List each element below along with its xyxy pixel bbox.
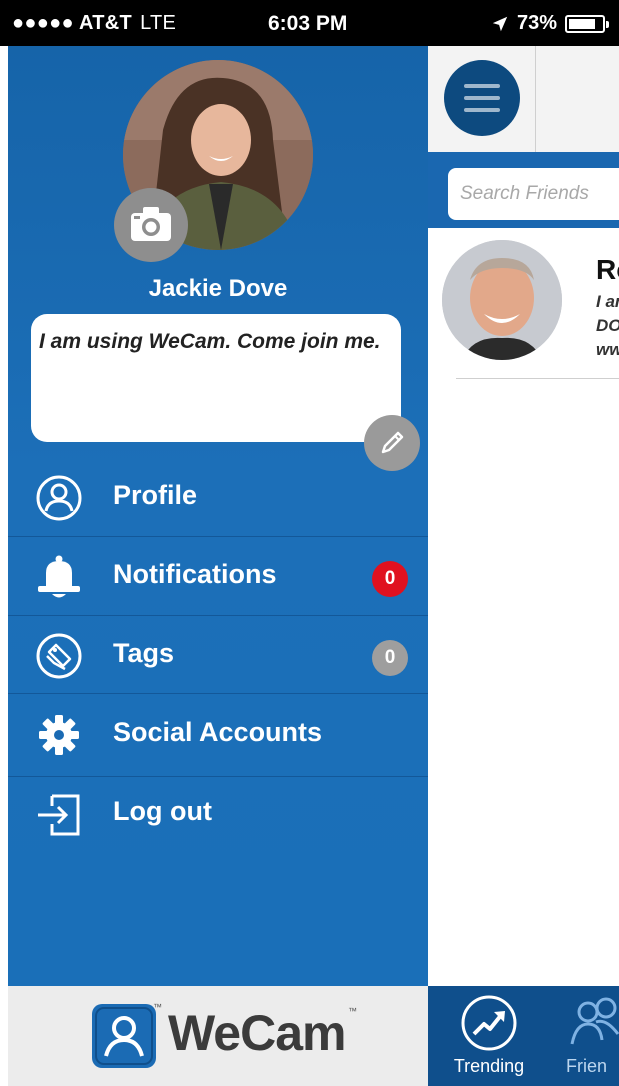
tag-icon <box>34 632 84 680</box>
menu-item-label: Tags <box>113 638 175 668</box>
bottom-tab-bar: Trending Frien <box>428 986 619 1086</box>
list-divider <box>456 378 619 379</box>
status-time: 6:03 PM <box>268 12 348 35</box>
friend-list-item[interactable]: Ro I am DOV ww <box>442 240 619 380</box>
network-type: LTE <box>140 12 177 34</box>
menu-item-profile[interactable]: Profile <box>8 458 428 536</box>
status-bar: ●●●●● AT&T LTE 6:03 PM 73% <box>0 0 619 46</box>
logo-trademark: ™ <box>153 1002 162 1012</box>
user-name: Jackie Dove <box>148 275 288 302</box>
friend-status-line-2: DOV <box>596 316 619 335</box>
camera-icon <box>131 207 171 241</box>
tab-friends-label: Frien <box>566 1056 608 1076</box>
friend-status-line-3: ww <box>596 340 619 359</box>
carrier-label: ●●●●● AT&T LTE <box>12 12 176 35</box>
tags-badge: 0 <box>372 640 408 676</box>
menu-item-label: Profile <box>113 480 198 510</box>
search-bar: Search Friends <box>428 152 619 228</box>
friend-avatar <box>442 240 562 360</box>
notifications-badge: 0 <box>372 561 408 597</box>
tab-friends[interactable]: Frien <box>566 994 619 1077</box>
menu-divider <box>8 693 428 694</box>
friends-icon <box>566 994 619 1052</box>
wecam-logo-icon <box>92 1004 156 1068</box>
top-bar <box>428 46 619 153</box>
friend-name: Ro <box>596 254 619 285</box>
gear-icon <box>34 711 84 759</box>
status-message: I am using WeCam. Come join me. <box>31 314 401 442</box>
drawer-footer: ™ WeCam ™ <box>8 986 428 1086</box>
main-screen: Search Friends Ro I am DOV ww <box>428 46 619 1086</box>
top-bar-divider <box>535 46 536 152</box>
menu-toggle-button[interactable] <box>444 60 520 136</box>
wecam-logo-text: WeCam <box>168 1005 346 1061</box>
status-right: 73% <box>491 12 609 35</box>
menu-item-label: Social Accounts <box>113 717 323 747</box>
logout-icon <box>34 790 84 838</box>
change-photo-button[interactable] <box>114 188 188 262</box>
tab-trending[interactable]: Trending <box>444 994 534 1077</box>
user-circle-icon <box>34 474 84 522</box>
battery-icon <box>565 14 609 33</box>
tab-trending-label: Trending <box>453 1056 525 1076</box>
friend-status-line-1: I am <box>596 292 619 311</box>
side-drawer: Jackie Dove I am using WeCam. Come join … <box>8 46 428 986</box>
menu-item-tags[interactable]: Tags 0 <box>8 616 428 694</box>
trending-icon <box>460 994 518 1052</box>
location-arrow-icon <box>492 16 508 31</box>
carrier-name: ●●●●● AT&T <box>12 12 133 34</box>
battery-percent: 73% <box>516 12 557 34</box>
search-friends-input[interactable]: Search Friends <box>448 168 619 220</box>
bell-icon <box>34 553 84 601</box>
menu-item-social-accounts[interactable]: Social Accounts <box>8 695 428 773</box>
menu-item-notifications[interactable]: Notifications 0 <box>8 537 428 615</box>
menu-item-logout[interactable]: Log out <box>8 774 428 852</box>
logo-text-trademark: ™ <box>348 1006 357 1016</box>
menu-item-label: Notifications <box>113 559 277 589</box>
menu-item-label: Log out <box>113 796 212 826</box>
